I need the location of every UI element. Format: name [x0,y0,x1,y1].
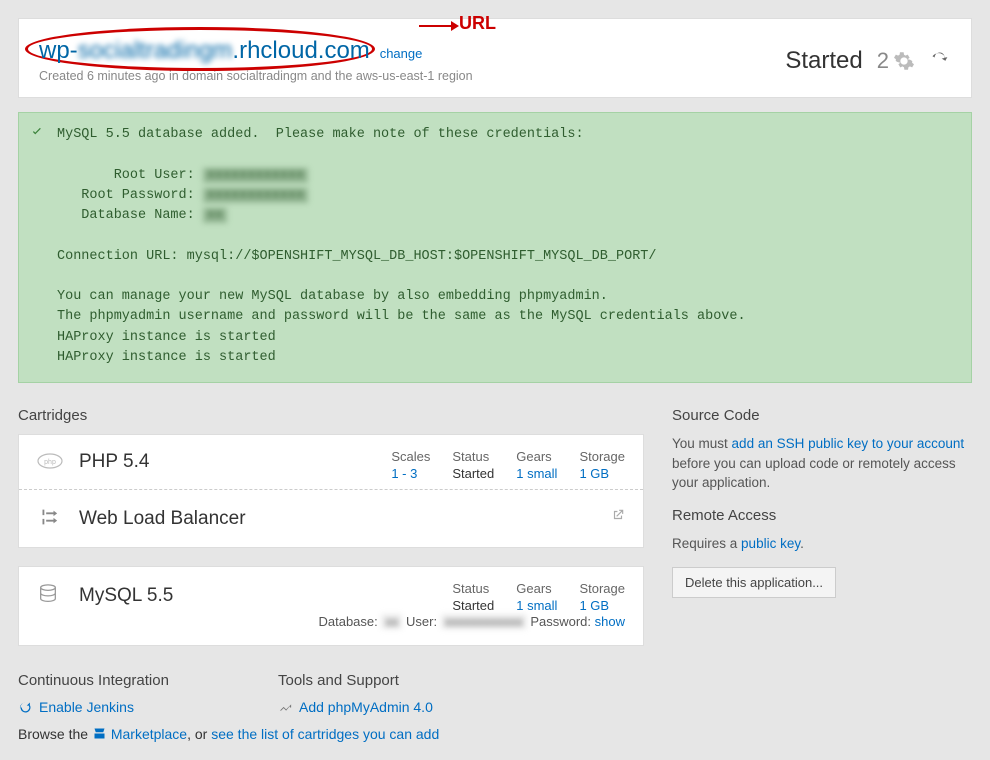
app-url-domain-blurred: socialtradingm [78,37,233,64]
cartridge-php: php PHP 5.4 Scales1 - 3 StatusStarted Ge… [19,435,643,489]
show-password-link[interactable]: show [595,614,625,629]
remote-access-text: Requires a public key. [672,534,972,554]
tools-icon [278,700,293,715]
storage-link[interactable]: 1 GB [579,598,609,613]
external-link-icon[interactable] [611,508,625,525]
tools-title: Tools and Support [278,672,498,689]
delete-application-button[interactable]: Delete this application... [672,567,836,598]
app-status: Started [785,47,862,75]
gears-link[interactable]: 1 small [516,598,557,613]
database-icon [37,583,63,608]
status-value: Started [452,466,494,481]
add-phpmyadmin-link[interactable]: Add phpMyAdmin 4.0 [278,699,433,715]
cartridge-loadbalancer: Web Load Balancer [19,489,643,547]
enable-jenkins-link[interactable]: Enable Jenkins [18,699,134,715]
load-balancer-icon [37,506,63,531]
add-ssh-key-link[interactable]: add an SSH public key to your account [732,436,965,451]
app-url-prefix: wp- [39,37,78,64]
cartridge-name: MySQL 5.5 [79,585,173,607]
cartridge-name: Web Load Balancer [79,508,246,530]
scales-link[interactable]: 1 - 3 [391,466,417,481]
refresh-icon [929,50,949,70]
refresh-button[interactable] [929,50,949,73]
gear-count: 2 [877,48,915,74]
refresh-icon [18,700,33,715]
source-code-title: Source Code [672,407,972,424]
check-icon [19,113,55,382]
ci-title: Continuous Integration [18,672,238,689]
storage-link[interactable]: 1 GB [579,466,609,481]
gear-icon [893,50,915,72]
alert-body: MySQL 5.5 database added. Please make no… [55,113,971,382]
cartridge-mysql: MySQL 5.5 StatusStarted Gears1 small Sto… [19,567,643,645]
cartridge-name: PHP 5.4 [79,451,149,473]
status-value: Started [452,598,494,613]
app-header: URL wp-socialtradingm.rhcloud.com change… [18,18,972,98]
app-url-suffix: .rhcloud.com [232,37,369,64]
source-code-text: You must add an SSH public key to your a… [672,434,972,493]
success-alert: MySQL 5.5 database added. Please make no… [18,112,972,383]
change-alias-link[interactable]: change [380,46,423,61]
svg-text:php: php [44,459,56,466]
annotation-url: URL [459,13,496,34]
cartridges-title: Cartridges [18,407,644,424]
php-icon: php [37,453,63,472]
gears-link[interactable]: 1 small [516,466,557,481]
annotation-url-text: URL [459,13,496,33]
cartridge-list-link[interactable]: see the list of cartridges you can add [211,726,439,742]
remote-access-title: Remote Access [672,507,972,524]
browse-line: Browse the Marketplace, or see the list … [18,726,972,742]
app-url-link[interactable]: wp-socialtradingm.rhcloud.com [39,37,370,65]
marketplace-icon [92,726,107,741]
db-credentials-line: Database: xx User: xxxxxxxxxxxx Password… [37,614,625,629]
public-key-link[interactable]: public key [741,536,800,551]
marketplace-link[interactable]: Marketplace [92,726,187,742]
arrow-right-icon [419,19,459,33]
